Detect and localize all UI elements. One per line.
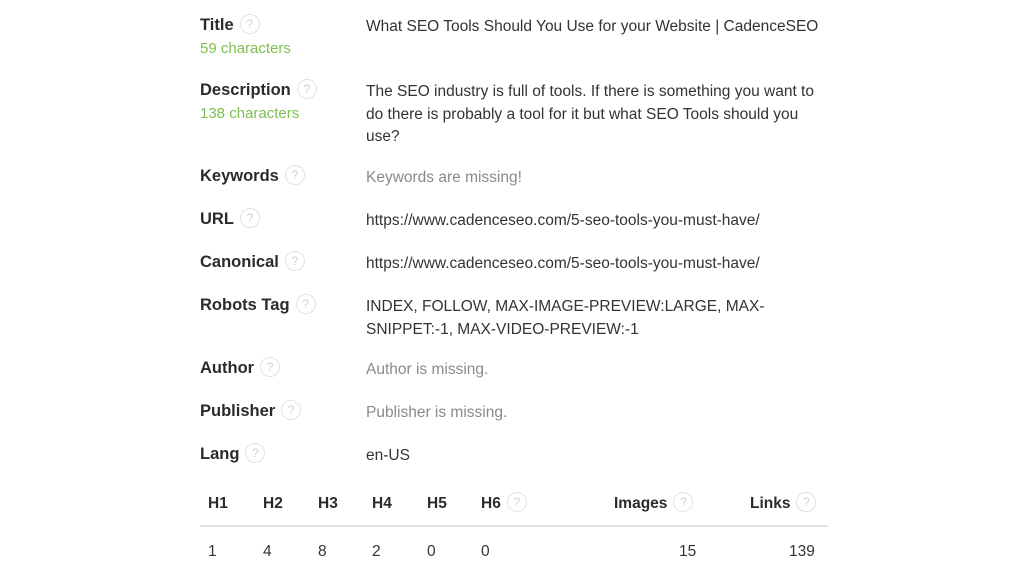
help-icon[interactable]: ?: [673, 492, 694, 513]
meta-value: https://www.cadenceseo.com/5-seo-tools-y…: [366, 212, 760, 229]
value-links: 139: [789, 543, 815, 560]
meta-value: INDEX, FOLLOW, MAX-IMAGE-PREVIEW:LARGE, …: [366, 298, 765, 338]
help-icon[interactable]: ?: [281, 400, 302, 421]
header-images: Images?: [614, 492, 694, 513]
meta-row-robots-tag: Robots Tag? INDEX, FOLLOW, MAX-IMAGE-PRE…: [200, 294, 830, 342]
header-h4: H4: [372, 495, 392, 512]
meta-value: https://www.cadenceseo.com/5-seo-tools-y…: [366, 255, 760, 272]
meta-label-text: Title: [200, 16, 234, 34]
header-h6-text: H6: [481, 495, 501, 512]
meta-row-author: Author? Author is missing.: [200, 357, 830, 383]
meta-label: URL?: [200, 208, 260, 229]
value-h5: 0: [427, 543, 436, 560]
value-h1: 1: [208, 543, 217, 560]
meta-row-lang: Lang? en-US: [200, 443, 830, 469]
meta-label: Canonical?: [200, 251, 305, 272]
meta-row-canonical: Canonical? https://www.cadenceseo.com/5-…: [200, 251, 830, 277]
character-count: 138 characters: [200, 105, 300, 122]
meta-value: Keywords are missing!: [366, 169, 522, 186]
meta-label: Lang?: [200, 443, 266, 464]
meta-label-text: Lang: [200, 445, 240, 463]
character-count: 59 characters: [200, 40, 291, 57]
help-icon[interactable]: ?: [284, 165, 305, 186]
meta-label: Author?: [200, 357, 281, 378]
meta-row-publisher: Publisher? Publisher is missing.: [200, 400, 830, 426]
meta-value: Publisher is missing.: [366, 404, 508, 421]
value-images: 15: [679, 543, 697, 560]
meta-label: Publisher?: [200, 400, 302, 421]
value-h3: 8: [318, 543, 327, 560]
header-h3: H3: [318, 495, 338, 512]
help-icon[interactable]: ?: [239, 208, 260, 229]
table-divider: [200, 525, 828, 527]
value-h4: 2: [372, 543, 381, 560]
header-links: Links?: [750, 492, 817, 513]
meta-label: Description?: [200, 79, 317, 100]
help-icon[interactable]: ?: [284, 251, 305, 272]
header-h6: H6?: [481, 492, 527, 513]
help-icon[interactable]: ?: [260, 357, 281, 378]
header-h5: H5: [427, 495, 447, 512]
header-images-text: Images: [614, 495, 668, 512]
meta-value: en-US: [366, 447, 410, 464]
meta-label: Title?: [200, 14, 260, 35]
meta-label-text: Robots Tag: [200, 296, 290, 314]
meta-value: What SEO Tools Should You Use for your W…: [366, 18, 819, 35]
meta-value: Author is missing.: [366, 361, 489, 378]
help-icon[interactable]: ?: [245, 443, 266, 464]
value-h6: 0: [481, 543, 490, 560]
meta-label: Keywords?: [200, 165, 305, 186]
meta-label-text: Description: [200, 81, 291, 99]
meta-label-text: Canonical: [200, 253, 279, 271]
header-links-text: Links: [750, 495, 791, 512]
help-icon[interactable]: ?: [296, 79, 317, 100]
meta-row-description: Description? 138 characters The SEO indu…: [200, 79, 830, 151]
help-icon[interactable]: ?: [295, 294, 316, 315]
help-icon[interactable]: ?: [506, 492, 527, 513]
meta-label-text: Publisher: [200, 402, 276, 420]
value-h2: 4: [263, 543, 272, 560]
meta-row-url: URL? https://www.cadenceseo.com/5-seo-to…: [200, 208, 830, 234]
meta-label-text: Keywords: [200, 167, 279, 185]
help-icon[interactable]: ?: [239, 14, 260, 35]
help-icon[interactable]: ?: [796, 492, 817, 513]
meta-label-text: URL: [200, 210, 234, 228]
meta-value: The SEO industry is full of tools. If th…: [366, 83, 814, 145]
meta-label: Robots Tag?: [200, 294, 316, 315]
meta-row-title: Title? 59 characters What SEO Tools Shou…: [200, 14, 830, 66]
meta-label-text: Author: [200, 359, 255, 377]
meta-row-keywords: Keywords? Keywords are missing!: [200, 165, 830, 191]
header-h1: H1: [208, 495, 228, 512]
header-h2: H2: [263, 495, 283, 512]
